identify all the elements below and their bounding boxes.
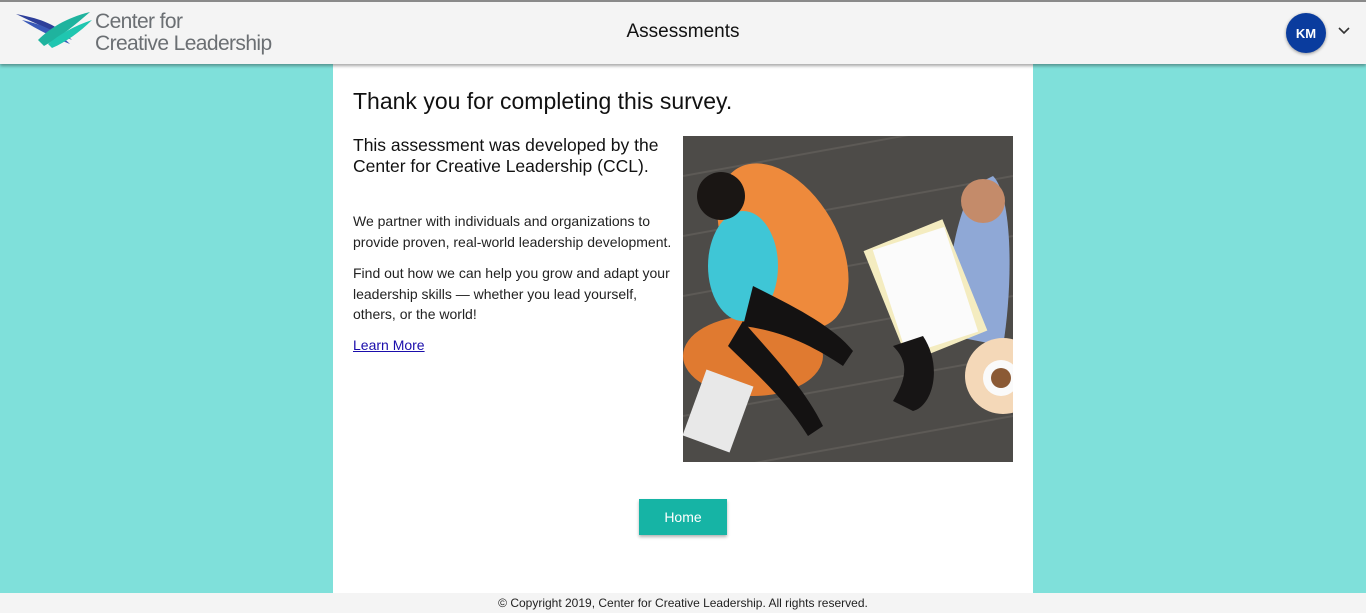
page-title: Assessments [626,21,740,42]
home-button[interactable]: Home [639,499,727,535]
developed-by-heading: This assessment was developed by the Cen… [353,135,659,176]
thanks-heading: Thank you for completing this survey. [353,88,733,114]
chevron-down-icon[interactable] [1337,26,1351,36]
learn-more-link[interactable]: Learn More [353,337,425,353]
grow-paragraph: Find out how we can help you grow and ad… [353,265,670,322]
copyright-text: © Copyright 2019, Center for Creative Le… [498,596,868,610]
meeting-photo [683,136,1013,462]
content-card: Thank you for completing this survey. Th… [333,64,1033,593]
footer: © Copyright 2019, Center for Creative Le… [0,593,1366,613]
top-bar: Center for Creative Leadership Assessmen… [0,0,1366,64]
user-avatar[interactable]: KM [1286,13,1326,53]
partner-paragraph: We partner with individuals and organiza… [353,213,672,250]
